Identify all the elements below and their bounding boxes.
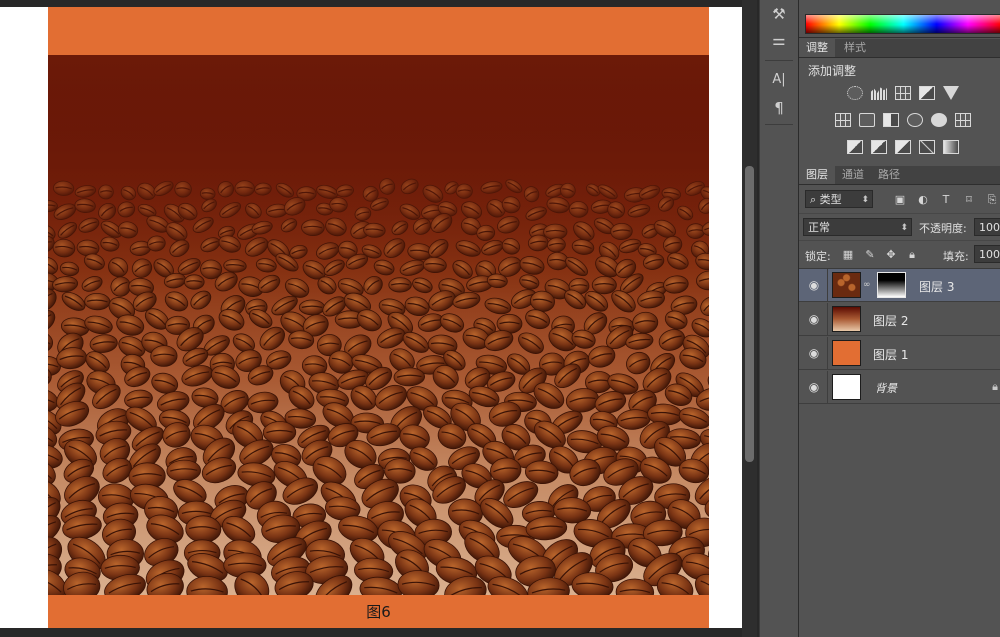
opacity-label: 不透明度: <box>919 222 967 235</box>
lock-position-move-icon[interactable]: ✥ <box>885 249 897 261</box>
layer-name: 背景 <box>875 382 897 395</box>
layer-row-background[interactable]: ◉ 背景 🔒︎ <box>799 371 1000 404</box>
document-canvas[interactable]: 图6 <box>0 7 742 628</box>
canvas-area[interactable]: 图6 <box>0 0 757 637</box>
layer-thumbnail <box>832 374 861 400</box>
blend-opacity-row: 正常 ⬍ 不透明度: 100% <box>799 214 1000 241</box>
adjustments-panel: 添加调整 <box>799 58 1000 164</box>
layer-filter-kind-select[interactable]: ⌕ 类型 ⬍ <box>805 190 873 208</box>
filter-pixel-icon[interactable]: ▣ <box>894 194 906 206</box>
brightness-icon[interactable] <box>847 86 863 100</box>
posterize-icon[interactable] <box>871 140 887 154</box>
lock-fill-row: 锁定: ▦ ✎ ✥ 🔒︎ 填充: 100% <box>799 241 1000 269</box>
lock-transparent-icon[interactable]: ▦ <box>842 249 854 261</box>
exposure-icon[interactable] <box>919 86 935 100</box>
lock-pixels-brush-icon[interactable]: ✎ <box>864 249 876 261</box>
layer-thumbnail <box>832 306 861 332</box>
mask-fade-overlay <box>48 55 709 595</box>
gradient-layer <box>48 55 709 595</box>
layer-name: 图层 3 <box>919 280 955 294</box>
tab-adjustments[interactable]: 调整 <box>799 39 835 57</box>
visibility-toggle[interactable]: ◉ <box>799 269 828 301</box>
channel-mixer-icon[interactable] <box>931 113 947 127</box>
photo-filter-icon[interactable] <box>907 113 923 127</box>
coffee-beans-image <box>48 55 709 595</box>
eye-icon[interactable]: ◉ <box>806 277 822 293</box>
tab-styles[interactable]: 样式 <box>837 39 873 57</box>
layers-list: ◉ ∞ 图层 3 ◉ 图层 2 ◉ 图层 1 ◉ 背景 🔒︎ <box>799 269 1000 637</box>
lock-label: 锁定: <box>805 250 831 263</box>
strip-divider <box>765 60 793 61</box>
strip-divider <box>765 124 793 125</box>
tab-layers[interactable]: 图层 <box>799 166 835 184</box>
adjust-sliders-icon[interactable]: ⚌ <box>769 30 789 50</box>
layer-row-layer1[interactable]: ◉ 图层 1 <box>799 337 1000 370</box>
visibility-toggle[interactable]: ◉ <box>799 303 828 335</box>
filter-kind-value: 类型 <box>819 193 842 206</box>
invert-icon[interactable] <box>847 140 863 154</box>
add-adjustment-title: 添加调整 <box>808 64 857 78</box>
filter-shape-icon[interactable]: ⌑ <box>963 194 975 206</box>
canvas-scroll-thumb[interactable] <box>745 166 754 462</box>
visibility-toggle[interactable]: ◉ <box>799 371 828 403</box>
panel-icons-strip: ⚒ ⚌ A| ¶ <box>759 0 799 637</box>
gradient-map-icon[interactable] <box>943 140 959 154</box>
stepper-arrows-icon: ⬍ <box>861 195 869 205</box>
color-balance-icon[interactable] <box>859 113 875 127</box>
layer-mask-thumbnail[interactable] <box>877 272 906 298</box>
color-panel <box>799 0 1000 38</box>
filter-type-icon[interactable]: T <box>940 194 952 206</box>
levels-icon[interactable] <box>871 87 887 100</box>
hue-saturation-icon[interactable] <box>835 113 851 127</box>
adjustments-tabbar: 调整 样式 <box>799 39 1000 58</box>
layer-lock-icon: 🔒︎ <box>992 380 998 393</box>
layer-name: 图层 1 <box>873 348 909 362</box>
layer-name: 图层 2 <box>873 314 909 328</box>
eye-icon[interactable]: ◉ <box>806 311 822 327</box>
brush-preset-icon[interactable]: ⚒ <box>769 4 789 24</box>
color-spectrum[interactable] <box>805 14 1000 34</box>
threshold-icon[interactable] <box>895 140 911 154</box>
color-lookup-icon[interactable] <box>955 113 971 127</box>
black-white-icon[interactable] <box>883 113 899 127</box>
filter-smart-object-icon[interactable]: ⎘ <box>986 194 998 206</box>
tab-paths[interactable]: 路径 <box>871 166 907 184</box>
blend-mode-select[interactable]: 正常 ⬍ <box>803 218 912 236</box>
top-orange-band <box>48 7 709 55</box>
character-icon[interactable]: A| <box>769 70 789 90</box>
vibrance-icon[interactable] <box>943 86 959 100</box>
layer-thumbnail <box>832 272 861 298</box>
blend-mode-value: 正常 <box>808 221 830 234</box>
curves-icon[interactable] <box>895 86 911 100</box>
opacity-input[interactable]: 100% <box>974 218 1000 236</box>
mask-link-icon[interactable]: ∞ <box>863 280 871 290</box>
fill-input[interactable]: 100% <box>974 245 1000 263</box>
filter-adjustment-icon[interactable]: ◐ <box>917 194 929 206</box>
canvas-vertical-scrollbar[interactable] <box>742 0 757 637</box>
layer-thumbnail <box>832 340 861 366</box>
eye-icon[interactable]: ◉ <box>806 379 822 395</box>
eye-icon[interactable]: ◉ <box>806 345 822 361</box>
selective-color-icon[interactable] <box>919 140 935 154</box>
figure-caption: 图6 <box>366 603 391 621</box>
layer-row-layer2[interactable]: ◉ 图层 2 <box>799 303 1000 336</box>
search-icon: ⌕ <box>810 193 817 206</box>
fill-label: 填充: <box>943 250 969 263</box>
layers-tabbar: 图层 通道 路径 <box>799 166 1000 185</box>
right-panels: 调整 样式 添加调整 图层 通道 路径 ⌕ 类型 ⬍ ▣ ◐ T ⌑ ⎘ 正常 … <box>799 0 1000 637</box>
lock-all-icon[interactable]: 🔒︎ <box>906 249 918 261</box>
visibility-toggle[interactable]: ◉ <box>799 337 828 369</box>
artboard[interactable]: 图6 <box>48 7 709 628</box>
layer-row-layer3[interactable]: ◉ ∞ 图层 3 <box>799 269 1000 302</box>
paragraph-icon[interactable]: ¶ <box>769 98 789 118</box>
layers-filter-row: ⌕ 类型 ⬍ ▣ ◐ T ⌑ ⎘ <box>799 185 1000 214</box>
stepper-arrows-icon: ⬍ <box>900 223 908 233</box>
tab-channels[interactable]: 通道 <box>835 166 871 184</box>
